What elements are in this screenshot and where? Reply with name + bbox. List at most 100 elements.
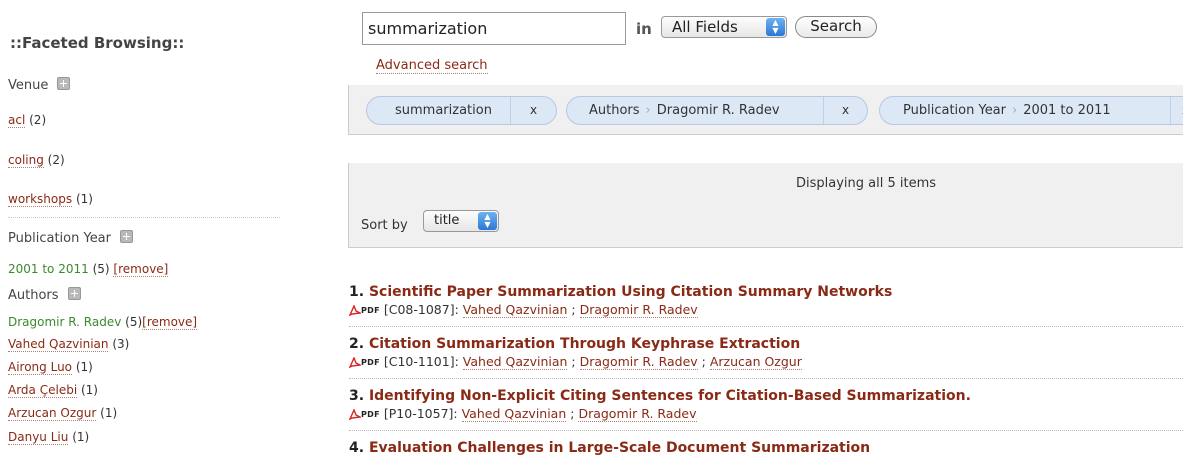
sort-select[interactable]: title ▲ ▼ bbox=[423, 210, 499, 232]
result-meta: PDF [C08-1087]: Vahed Qazvinian ; Dragomi… bbox=[349, 302, 1183, 318]
author-count: (1) bbox=[80, 383, 98, 397]
author-link[interactable]: Arzucan Ozgur bbox=[709, 354, 802, 370]
pubyear-facet-heading: Publication Year bbox=[8, 230, 133, 246]
author-link[interactable]: Arda Çelebi bbox=[8, 383, 78, 398]
results-count-text: Displaying all 5 items bbox=[796, 176, 937, 191]
expand-plus-icon[interactable] bbox=[120, 230, 133, 243]
result-title-row: 4. Evaluation Challenges in Large-Scale … bbox=[349, 440, 1183, 456]
sidebar-title: ::Faceted Browsing:: bbox=[10, 34, 185, 52]
pdf-icon[interactable] bbox=[349, 357, 361, 368]
filter-chip-label: Publication Year › 2001 to 2011 bbox=[903, 97, 1111, 124]
faceted-sidebar: ::Faceted Browsing:: Venue acl (2) colin… bbox=[0, 0, 300, 453]
result-title-row: 2. Citation Summarization Through Keyphr… bbox=[349, 336, 1183, 352]
pubyear-heading-label: Publication Year bbox=[8, 231, 111, 246]
pubyear-remove-link[interactable]: [remove] bbox=[113, 262, 169, 277]
author-link[interactable]: Vahed Qazvinian bbox=[462, 302, 568, 318]
author-item: Arzucan Ozgur (1) bbox=[8, 406, 118, 421]
author-link[interactable]: Dragomir R. Radev bbox=[579, 302, 698, 318]
author-link[interactable]: Danyu Liu bbox=[8, 430, 69, 445]
venue-count: (1) bbox=[75, 192, 93, 206]
result-title-link[interactable]: Evaluation Challenges in Large-Scale Doc… bbox=[369, 440, 870, 456]
result-meta: PDF [C10-1101]: Vahed Qazvinian ; Dragomi… bbox=[349, 354, 1183, 370]
filter-key: Publication Year bbox=[903, 103, 1006, 118]
author-item: Vahed Qazvinian (3) bbox=[8, 337, 130, 352]
author-link[interactable]: Vahed Qazvinian bbox=[462, 354, 568, 370]
result-title-row: 3. Identifying Non-Explicit Citing Sente… bbox=[349, 388, 1183, 404]
pdf-label[interactable]: PDF bbox=[361, 306, 380, 315]
result-title-link[interactable]: Scientific Paper Summarization Using Cit… bbox=[369, 284, 892, 300]
divider bbox=[8, 217, 280, 218]
venue-link-workshops[interactable]: workshops bbox=[8, 192, 73, 207]
sort-select-value: title bbox=[434, 213, 460, 228]
select-arrows-icon: ▲ ▼ bbox=[766, 18, 785, 36]
result-title-link[interactable]: Identifying Non-Explicit Citing Sentence… bbox=[369, 388, 971, 404]
authors-facet-heading: Authors bbox=[8, 287, 81, 303]
authors-selected-count: (5) bbox=[125, 315, 143, 329]
venue-heading-label: Venue bbox=[8, 78, 49, 93]
result-title-row: 1. Scientific Paper Summarization Using … bbox=[349, 284, 1183, 300]
result-id: [C10-1101]: bbox=[383, 354, 459, 369]
field-select[interactable]: All Fields ▲ ▼ bbox=[661, 16, 787, 38]
in-label: in bbox=[636, 20, 652, 38]
pdf-label[interactable]: PDF bbox=[361, 358, 380, 367]
select-arrows-icon: ▲ ▼ bbox=[478, 212, 497, 230]
expand-plus-icon[interactable] bbox=[57, 77, 71, 90]
sort-label: Sort by bbox=[361, 218, 408, 233]
expand-plus-icon[interactable] bbox=[67, 287, 81, 300]
authors-selected-value: Dragomir R. Radev bbox=[8, 315, 122, 329]
filter-value: Dragomir R. Radev bbox=[656, 103, 780, 118]
filter-chip-authors: Authors › Dragomir R. Radev x bbox=[566, 96, 868, 125]
venue-item-workshops: workshops (1) bbox=[8, 192, 93, 207]
author-count: (1) bbox=[75, 360, 93, 374]
author-count: (1) bbox=[72, 430, 90, 444]
authors-selected-row: Dragomir R. Radev (5)[remove] bbox=[8, 315, 198, 330]
venue-link-acl[interactable]: acl bbox=[8, 113, 26, 128]
pdf-icon[interactable] bbox=[349, 305, 361, 316]
result-number: 2. bbox=[349, 336, 365, 352]
venue-link-coling[interactable]: coling bbox=[8, 153, 44, 168]
author-link[interactable]: Vahed Qazvinian bbox=[461, 406, 567, 422]
author-item: Airong Luo (1) bbox=[8, 360, 93, 375]
venue-count: (2) bbox=[47, 153, 65, 167]
field-select-value: All Fields bbox=[672, 18, 738, 36]
author-count: (3) bbox=[112, 337, 130, 351]
author-item: Danyu Liu (1) bbox=[8, 430, 90, 445]
divider bbox=[349, 430, 1183, 431]
results-toolbar: Displaying all 5 items Sort by title ▲ ▼ bbox=[348, 163, 1183, 248]
search-button[interactable]: Search bbox=[795, 16, 877, 38]
remove-filter-button[interactable]: x bbox=[510, 97, 556, 124]
filter-chip-label: summarization bbox=[395, 103, 492, 118]
result-id: [C08-1087]: bbox=[383, 302, 459, 317]
result-item: 3. Identifying Non-Explicit Citing Sente… bbox=[349, 388, 1183, 422]
breadcrumb-separator-icon: › bbox=[645, 103, 651, 118]
remove-filter-button[interactable]: x bbox=[1170, 97, 1183, 124]
author-count: (1) bbox=[100, 406, 118, 420]
remove-filter-button[interactable]: x bbox=[823, 97, 867, 124]
author-link[interactable]: Arzucan Ozgur bbox=[8, 406, 97, 421]
pdf-label[interactable]: PDF bbox=[361, 410, 380, 419]
advanced-search-link[interactable]: Advanced search bbox=[376, 58, 488, 74]
divider bbox=[349, 378, 1183, 379]
author-link[interactable]: Vahed Qazvinian bbox=[8, 337, 109, 352]
result-title-link[interactable]: Citation Summarization Through Keyphrase… bbox=[369, 336, 800, 352]
venue-item-coling: coling (2) bbox=[8, 153, 65, 168]
authors-heading-label: Authors bbox=[8, 288, 59, 303]
divider bbox=[349, 326, 1183, 327]
active-filters-bar: summarization x Authors › Dragomir R. Rade… bbox=[348, 85, 1183, 135]
result-number: 1. bbox=[349, 284, 365, 300]
result-number: 4. bbox=[349, 440, 365, 456]
breadcrumb-separator-icon: › bbox=[1012, 103, 1018, 118]
author-link[interactable]: Dragomir R. Radev bbox=[578, 406, 697, 422]
venue-facet-heading: Venue bbox=[8, 77, 71, 93]
authors-remove-link[interactable]: [remove] bbox=[142, 315, 198, 330]
author-link[interactable]: Airong Luo bbox=[8, 360, 73, 375]
result-item: 4. Evaluation Challenges in Large-Scale … bbox=[349, 440, 1183, 456]
pubyear-selected-row: 2001 to 2011 (5) [remove] bbox=[8, 262, 169, 277]
venue-item-acl: acl (2) bbox=[8, 113, 46, 128]
author-link[interactable]: Dragomir R. Radev bbox=[579, 354, 698, 370]
filter-chip-label: Authors › Dragomir R. Radev bbox=[589, 97, 780, 124]
filter-value: 2001 to 2011 bbox=[1023, 103, 1111, 118]
search-input[interactable] bbox=[362, 12, 626, 45]
result-id: [P10-1057]: bbox=[383, 406, 458, 421]
pdf-icon[interactable] bbox=[349, 409, 361, 420]
